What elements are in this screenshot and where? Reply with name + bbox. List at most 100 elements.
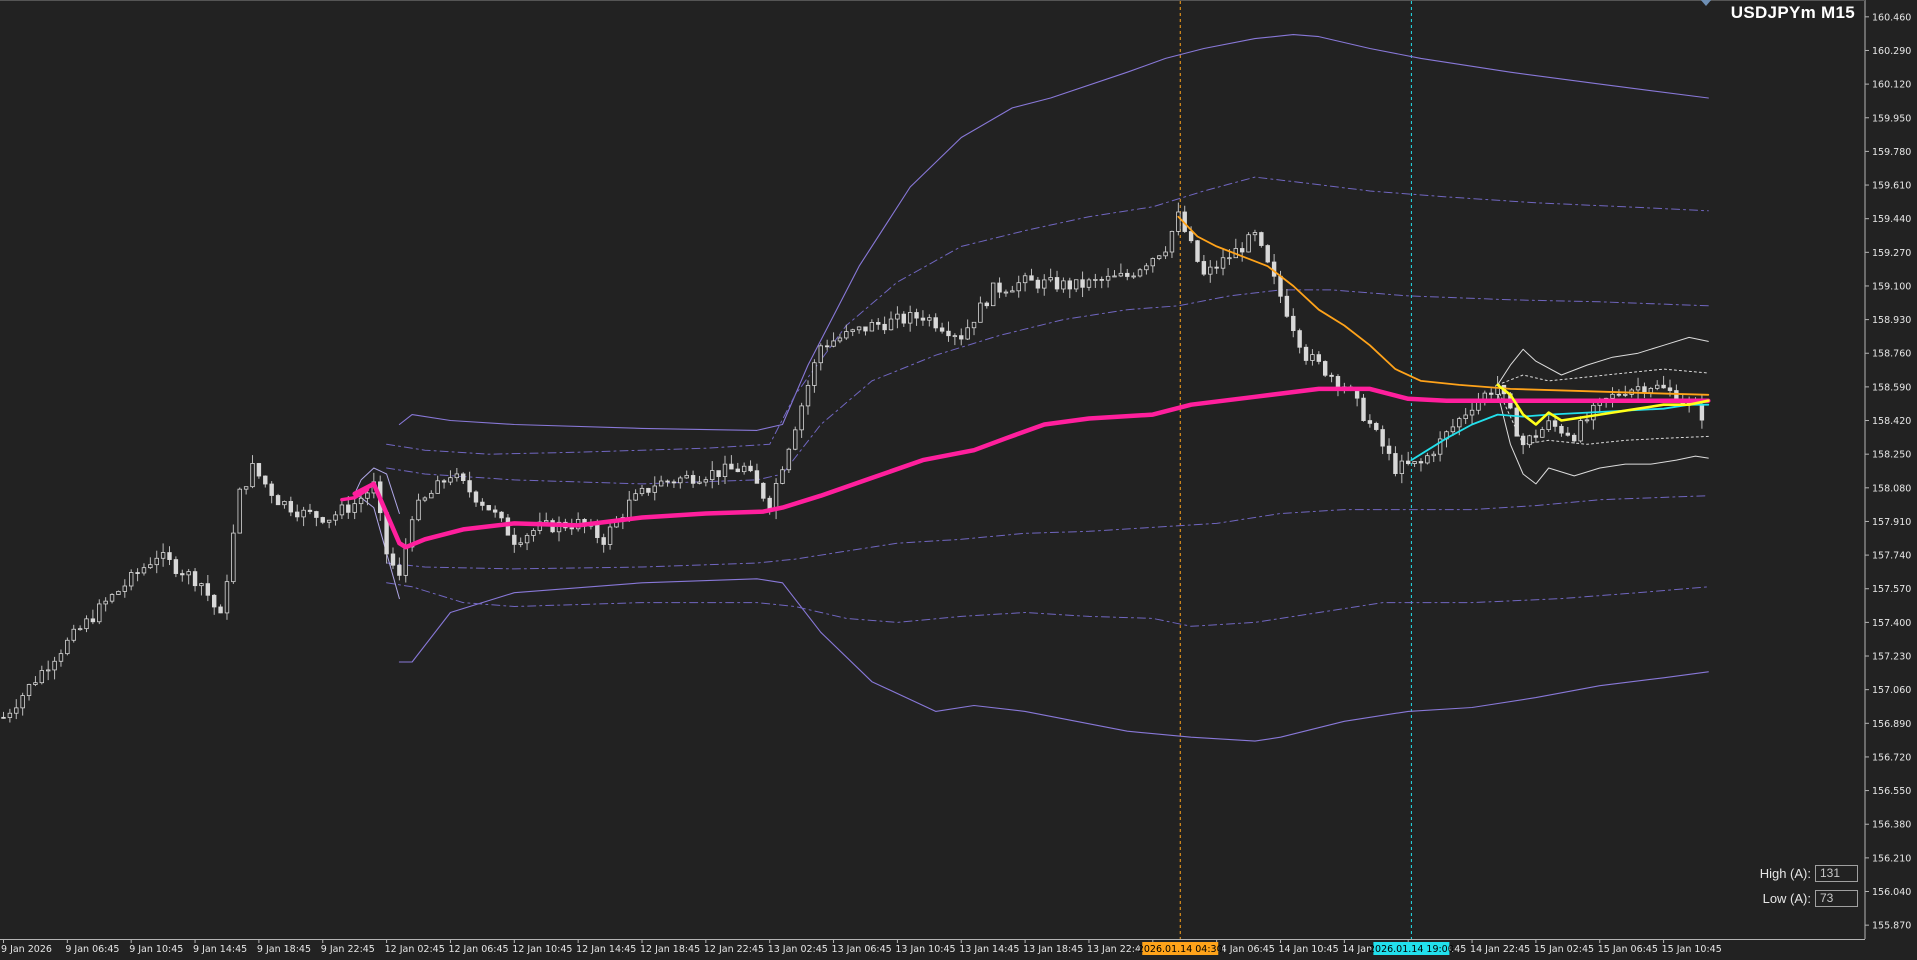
candle: [397, 557, 402, 581]
x-tick-label: 9 Jan 22:45: [321, 944, 375, 955]
candle: [754, 463, 760, 484]
candle-body-bear: [1489, 392, 1494, 395]
candle-body-bear: [1099, 279, 1104, 281]
candle-body-bear: [1188, 231, 1194, 242]
candle-body-bear: [939, 327, 945, 332]
candle-body-bull: [1610, 393, 1615, 399]
candle-body-bull: [1412, 461, 1417, 464]
candle-body-bear: [1067, 280, 1072, 290]
candle-body-bull: [448, 477, 453, 483]
series-outer-lower: [398, 578, 1709, 742]
candle-body-bull: [333, 514, 338, 521]
candle-body-bull: [952, 335, 958, 338]
candle-body-bull: [58, 653, 64, 662]
candle-body-bull: [518, 542, 523, 545]
candle-body-bear: [1661, 384, 1666, 389]
x-tick-label: 15 Jan 02:45: [1534, 944, 1594, 955]
candle-body-bull: [927, 317, 932, 321]
candle: [946, 321, 951, 342]
candle-body-bull: [1252, 232, 1258, 236]
candle: [1208, 260, 1213, 283]
candle-body-bear: [473, 491, 479, 503]
candle: [1329, 372, 1334, 383]
one-click-trading-arrow-icon[interactable]: [1700, 0, 1712, 6]
candle-body-bear: [295, 511, 300, 518]
high-anchor-input[interactable]: [1815, 864, 1858, 882]
candle: [1073, 279, 1079, 293]
candle: [263, 475, 268, 488]
candle: [1406, 451, 1411, 466]
candle: [199, 582, 204, 596]
candle: [295, 504, 300, 522]
candle: [1125, 268, 1130, 281]
candle-body-bull: [773, 483, 779, 511]
candle-body-bull: [1016, 282, 1021, 292]
price-chart[interactable]: 160.460 160.290 160.120 159.950 159.780 159.6…: [0, 0, 1917, 960]
y-tick-label: 157.060: [1872, 685, 1911, 696]
candle-body-bull: [33, 682, 38, 685]
y-tick-label: 155.870: [1872, 921, 1911, 932]
candle: [888, 311, 894, 331]
candle-body-bull: [186, 571, 191, 576]
candle-body-bear: [1322, 361, 1328, 376]
candle-body-bear: [1533, 435, 1539, 438]
chart-area[interactable]: 160.460 160.290 160.120 159.950 159.780 159.6…: [0, 0, 1917, 960]
candle: [710, 461, 715, 489]
candle: [1144, 263, 1149, 275]
candle: [141, 563, 147, 576]
y-tick-label: 158.080: [1872, 483, 1911, 494]
candle-body-bear: [1297, 330, 1302, 348]
candle-body-bull: [243, 486, 249, 490]
candle-body-bull: [97, 603, 102, 623]
candle-body-bear: [263, 475, 268, 485]
candle-body-bull: [1546, 420, 1551, 431]
candle-body-bull: [160, 552, 166, 559]
candle-body-bull: [1578, 420, 1583, 442]
candle: [556, 516, 562, 542]
candle-body-bull: [850, 329, 855, 332]
anchor-inputs-panel: High (A): Low (A):: [1738, 862, 1858, 912]
candle: [128, 569, 134, 591]
candle-body-bear: [512, 534, 517, 545]
candle: [1418, 458, 1424, 472]
candle: [1425, 452, 1430, 465]
candle: [1635, 377, 1641, 400]
low-anchor-input[interactable]: [1815, 889, 1858, 907]
candle-body-bull: [1003, 291, 1009, 294]
candle: [180, 569, 185, 582]
candle: [1099, 276, 1104, 289]
candle-body-bear: [1265, 245, 1270, 263]
candle: [818, 343, 823, 371]
candle: [7, 708, 13, 723]
candle: [122, 579, 128, 598]
candle: [97, 599, 102, 625]
candle: [1195, 240, 1200, 263]
candle-body-bear: [946, 330, 951, 337]
y-tick-label: 158.250: [1872, 450, 1911, 461]
candle: [499, 511, 504, 522]
candle-body-bear: [984, 302, 989, 307]
candle: [518, 537, 523, 548]
candle: [1623, 385, 1628, 398]
candle-body-bull: [722, 463, 728, 477]
high-anchor-label: High (A):: [1759, 865, 1811, 881]
candle: [237, 487, 242, 534]
candle: [1374, 421, 1379, 432]
candle-body-bull: [1220, 257, 1226, 269]
candle-body-bear: [601, 537, 606, 545]
candle-body-bull: [39, 670, 45, 684]
candle: [116, 590, 121, 596]
candle-body-bear: [1284, 295, 1290, 317]
candle-body-bull: [652, 485, 657, 493]
low-anchor-label: Low (A):: [1762, 890, 1811, 906]
candle: [218, 604, 223, 614]
candle: [978, 296, 983, 323]
candle-body-bull: [403, 546, 408, 576]
candle: [703, 476, 709, 487]
y-tick-label: 160.290: [1872, 46, 1911, 57]
candle: [45, 660, 51, 681]
candle-body-bull: [45, 669, 51, 672]
candle-body-bear: [1374, 422, 1379, 430]
candle-body-bear: [346, 504, 351, 513]
y-tick-label: 156.890: [1872, 719, 1911, 730]
